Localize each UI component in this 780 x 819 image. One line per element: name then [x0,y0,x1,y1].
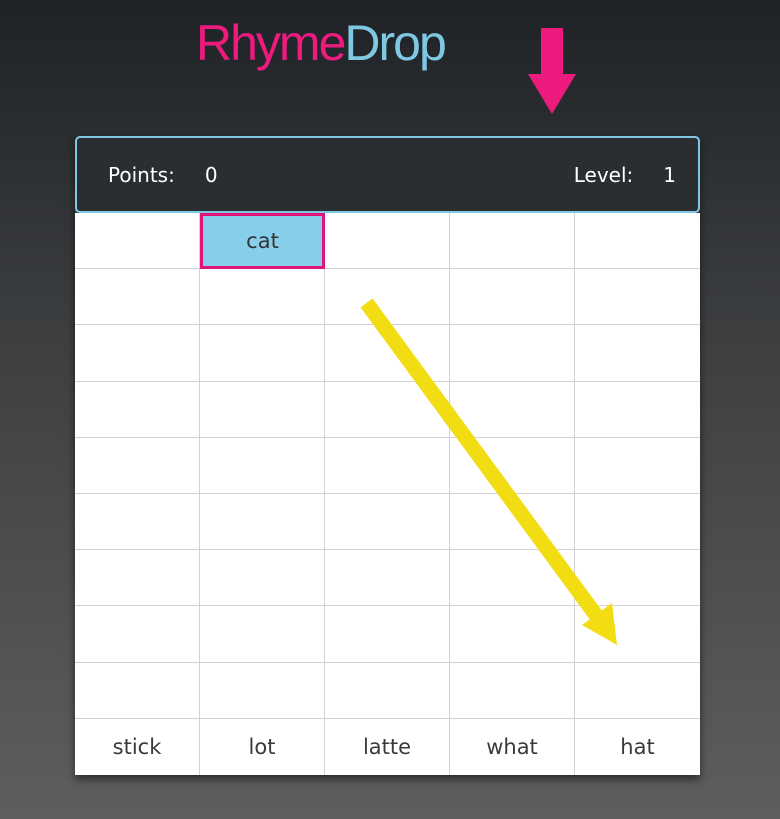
logo-drop-text: Drop [344,15,446,71]
grid-cell [75,213,200,270]
grid-cell [75,550,200,607]
grid-cell [575,381,700,438]
grid-cell [450,213,575,270]
word-grid[interactable]: cat stick lot latte what hat [75,213,700,775]
target-word-cell: hat [575,718,700,775]
level-value: 1 [663,162,676,187]
grid-cell [75,662,200,719]
grid-cell [575,437,700,494]
grid-cell [575,662,700,719]
grid-cell [200,381,325,438]
drop-arrow-icon [528,28,576,114]
grid-cell [75,606,200,663]
target-word-cell: lot [200,718,325,775]
grid-cell [325,550,450,607]
target-word-cell: stick [75,718,200,775]
grid-cell [575,325,700,382]
grid-cell [75,437,200,494]
grid-cell [325,437,450,494]
grid-cell [75,269,200,326]
grid-cell [200,494,325,551]
grid-cell [325,662,450,719]
grid-cell [325,494,450,551]
grid-cell [75,325,200,382]
level-label: Level: [573,162,634,187]
grid-cell [575,269,700,326]
grid-cell [575,213,700,270]
grid-cell [325,325,450,382]
grid-cell [450,269,575,326]
grid-cell [200,437,325,494]
grid-cell [325,606,450,663]
grid-cell [450,550,575,607]
points-display: Points: 0 [108,138,218,211]
points-label: Points: [108,162,175,187]
grid-cell [450,662,575,719]
grid-cell [200,325,325,382]
logo-rhyme-text: Rhyme [196,15,346,71]
grid-cell [325,269,450,326]
grid-cell [200,606,325,663]
grid-cell [325,213,450,270]
grid-cell [325,381,450,438]
grid-cell [450,325,575,382]
game-board: Points: 0 Level: 1 cat stick lot latte what h… [75,136,700,775]
grid-cell [450,606,575,663]
grid-cell [450,437,575,494]
grid-cell [450,381,575,438]
grid-cell [75,381,200,438]
grid-cell [450,494,575,551]
target-word-cell: what [450,718,575,775]
falling-word-block[interactable]: cat [200,213,325,270]
grid-cell [200,269,325,326]
target-word-cell: latte [325,718,450,775]
grid-cell [75,494,200,551]
grid-cell [575,550,700,607]
grid-cell [200,550,325,607]
app-logo: Rhyme Drop [196,8,447,78]
grid-cell [200,662,325,719]
grid-cell [575,494,700,551]
score-bar: Points: 0 Level: 1 [75,136,700,213]
points-value: 0 [204,162,218,187]
level-display: Level: 1 [574,138,676,211]
grid-cell [575,606,700,663]
